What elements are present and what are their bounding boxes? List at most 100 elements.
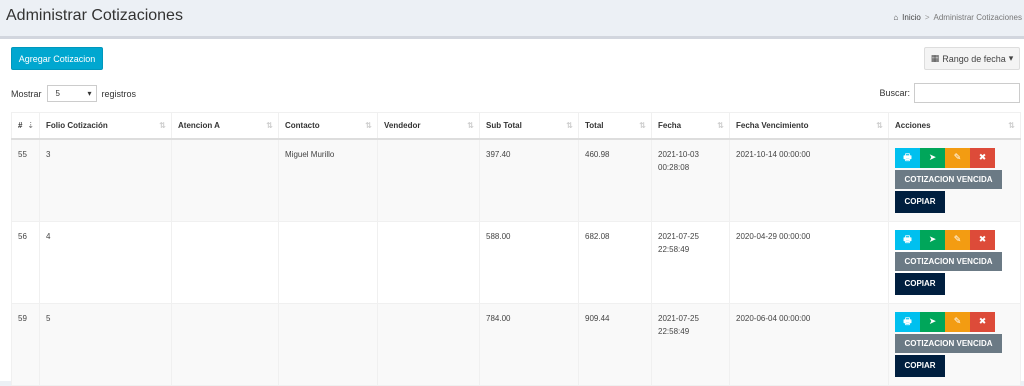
status-badge: COTIZACION VENCIDA [895,333,1002,353]
print-button[interactable]: 🖶 [895,311,920,332]
cell-total: 909.44 [578,302,652,386]
cell-vendedor [377,220,480,304]
close-icon: ✖ [978,234,987,244]
breadcrumb-separator: > [924,13,930,22]
status-badge: COTIZACION VENCIDA [895,169,1002,189]
edit-button[interactable]: ✎ [945,229,970,250]
print-button[interactable]: 🖶 [895,229,920,250]
show-label: Mostrar [11,88,42,99]
caret-down-icon: ▾ [1008,53,1014,63]
print-button[interactable]: 🖶 [895,147,920,168]
cell-atencion [171,138,279,222]
breadcrumb: ⌂ Inicio > Administrar Cotizaciones [893,13,1022,22]
column-header-fecha[interactable]: Fecha ⇅ [651,112,730,140]
column-header-vencimiento[interactable]: Fecha Vencimiento ⇅ [729,112,889,140]
fecha-time: 22:58:49 [658,326,690,336]
table-header-row: # ⇣ Folio Cotización ⇅ Atencion A ⇅ Contact… [11,112,1021,140]
send-button[interactable]: ➤ [920,147,945,168]
cell-atencion [171,220,279,304]
date-range-button[interactable]: ▦ Rango de fecha ▾ [924,47,1020,70]
column-header-atencion[interactable]: Atencion A ⇅ [171,112,279,140]
cell-vendedor [377,302,480,386]
column-header-total[interactable]: Total ⇅ [578,112,652,140]
cell-subtotal: 397.40 [479,138,579,222]
row-actions: 🖶 ➤ ✎ ✖ COTIZACION VENCIDA COPIAR [895,311,1014,377]
page-length-control: Mostrar 5 ▾ registros [11,85,136,102]
sort-icon: ⇅ [566,121,573,130]
copy-button[interactable]: COPIAR [895,272,945,295]
records-label: registros [101,88,137,99]
sort-icon: ⇅ [365,121,372,130]
cell-acciones: 🖶 ➤ ✎ ✖ COTIZACION VENCIDA COPIAR [888,302,1021,386]
breadcrumb-home[interactable]: Inicio [902,13,921,22]
edit-button[interactable]: ✎ [945,311,970,332]
table-row: 55 3 Miguel Murillo 397.40 460.98 2021-1… [11,138,1021,222]
send-icon: ➤ [928,234,937,244]
delete-button[interactable]: ✖ [970,229,995,250]
page-title: Administrar Cotizaciones [6,7,183,24]
action-icons: 🖶 ➤ ✎ ✖ [895,147,1014,168]
send-button[interactable]: ➤ [920,311,945,332]
search-control: Buscar: [879,83,1020,103]
send-icon: ➤ [928,152,937,162]
close-icon: ✖ [978,316,987,326]
column-header-subtotal[interactable]: Sub Total ⇅ [479,112,579,140]
action-icons: 🖶 ➤ ✎ ✖ [895,311,1014,332]
column-header-id[interactable]: # ⇣ [11,112,40,140]
fecha-time: 00:28:08 [658,162,690,172]
edit-button[interactable]: ✎ [945,147,970,168]
cell-vencimiento: 2020-04-29 00:00:00 [729,220,889,304]
pencil-icon: ✎ [953,234,962,244]
table-row: 59 5 784.00 909.44 2021-07-25 22:58:49 20… [11,302,1021,386]
copy-button[interactable]: COPIAR [895,354,945,377]
action-icons: 🖶 ➤ ✎ ✖ [895,229,1014,250]
cell-folio: 4 [39,220,172,304]
date-range-label: Rango de fecha [942,53,1006,64]
home-icon: ⌂ [893,13,899,22]
print-icon: 🖶 [903,152,912,162]
cell-contacto: Miguel Murillo [278,138,378,222]
delete-button[interactable]: ✖ [970,311,995,332]
send-button[interactable]: ➤ [920,229,945,250]
page-header: Administrar Cotizaciones ⌂ Inicio > Admi… [0,0,1024,36]
cell-subtotal: 588.00 [479,220,579,304]
send-icon: ➤ [928,316,937,326]
pencil-icon: ✎ [953,316,962,326]
fecha-date: 2021-07-25 [658,313,699,323]
cell-atencion [171,302,279,386]
cell-id: 55 [11,138,40,222]
sort-icon: ⇅ [266,121,273,130]
cell-subtotal: 784.00 [479,302,579,386]
add-quote-button[interactable]: Agregar Cotizacion [11,47,103,70]
column-header-folio[interactable]: Folio Cotización ⇅ [39,112,172,140]
column-header-acciones[interactable]: Acciones ⇅ [888,112,1021,140]
cell-contacto [278,220,378,304]
row-actions: 🖶 ➤ ✎ ✖ COTIZACION VENCIDA COPIAR [895,147,1014,213]
search-input[interactable] [914,83,1020,103]
calendar-icon: ▦ [930,53,940,63]
cell-id: 56 [11,220,40,304]
sort-icon: ⇅ [1008,121,1015,130]
page-length-value: 5 [55,89,60,98]
content-box: Agregar Cotizacion ▦ Rango de fecha ▾ Mo… [0,36,1024,386]
copy-button[interactable]: COPIAR [895,190,945,213]
cell-acciones: 🖶 ➤ ✎ ✖ COTIZACION VENCIDA COPIAR [888,220,1021,304]
cell-total: 460.98 [578,138,652,222]
page-length-select[interactable]: 5 ▾ [46,85,97,102]
cell-folio: 3 [39,138,172,222]
fecha-date: 2021-07-25 [658,231,699,241]
cell-fecha: 2021-10-03 00:28:08 [651,138,730,222]
fecha-time: 22:58:49 [658,244,690,254]
print-icon: 🖶 [903,234,912,244]
column-header-contacto[interactable]: Contacto ⇅ [278,112,378,140]
cell-total: 682.08 [578,220,652,304]
delete-button[interactable]: ✖ [970,147,995,168]
fecha-date: 2021-10-03 [658,149,699,159]
chevron-down-icon: ▾ [87,89,92,98]
cell-vendedor [377,138,480,222]
cell-vencimiento: 2020-06-04 00:00:00 [729,302,889,386]
sort-icon: ⇅ [876,121,883,130]
cell-id: 59 [11,302,40,386]
column-header-vendedor[interactable]: Vendedor ⇅ [377,112,480,140]
pencil-icon: ✎ [953,152,962,162]
